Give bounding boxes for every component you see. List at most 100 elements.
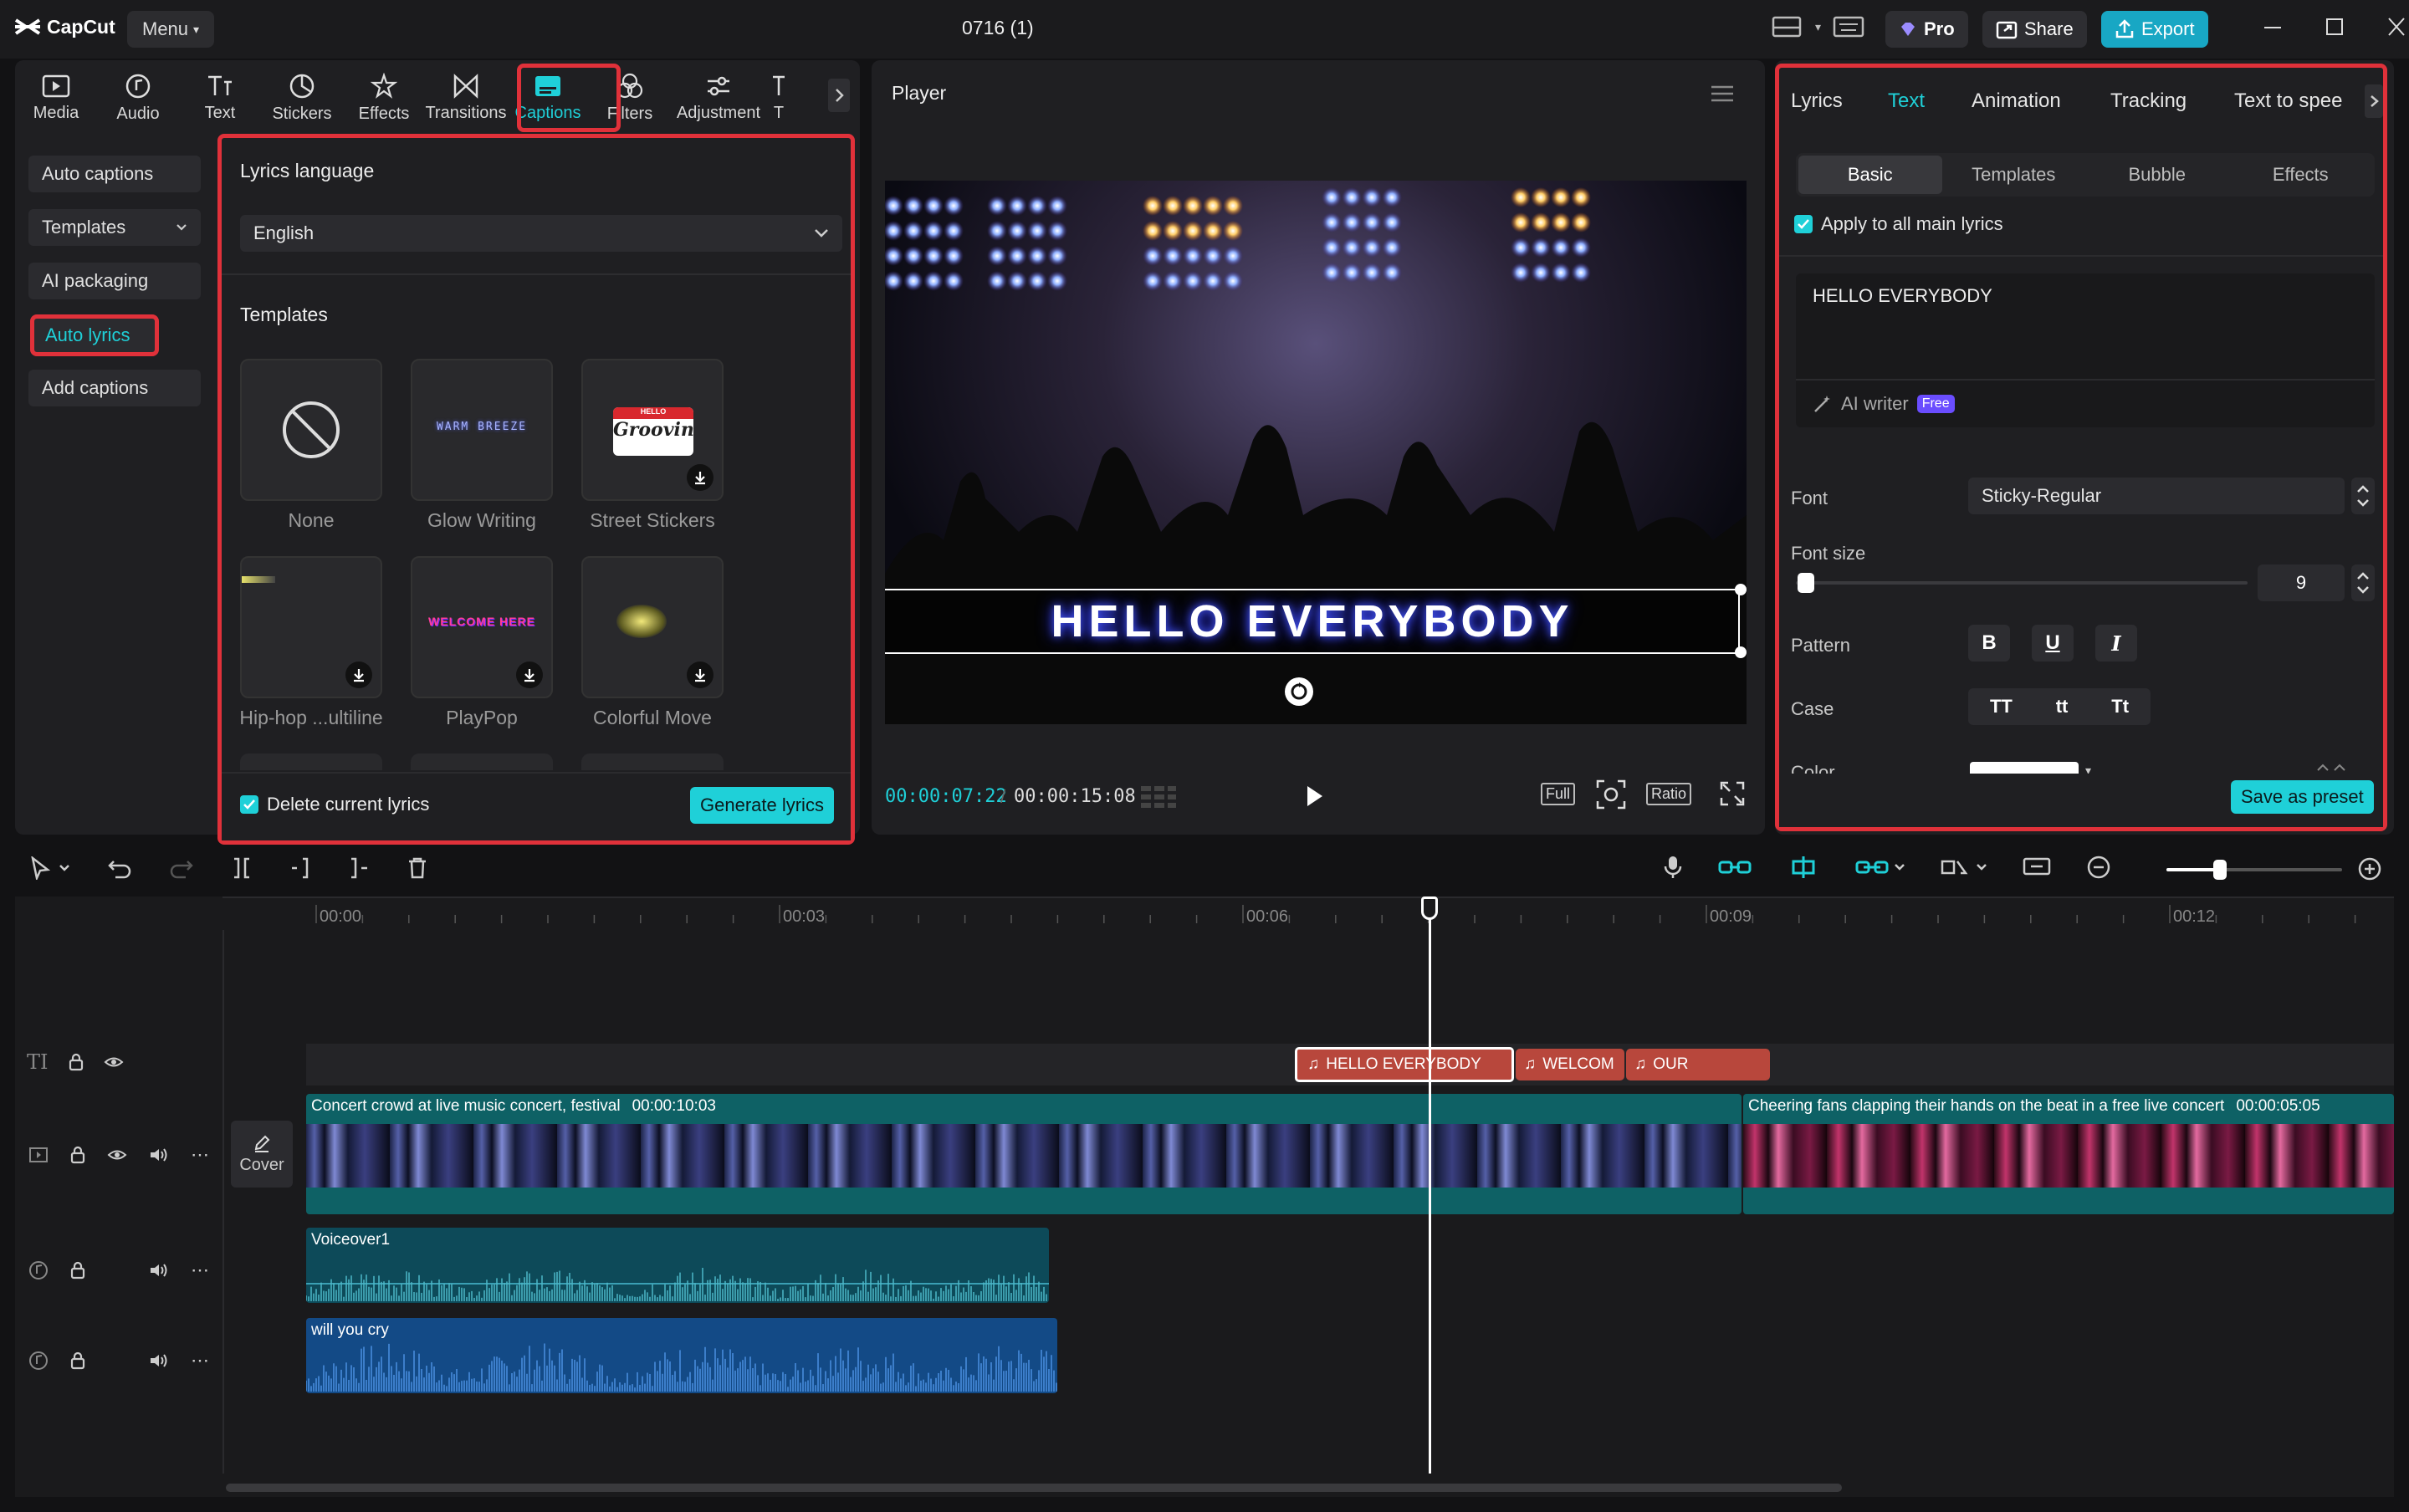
apply-all-checkbox[interactable]: Apply to all main lyrics (1794, 213, 2003, 235)
eye-icon[interactable] (107, 1147, 127, 1162)
delete-lyrics-checkbox[interactable]: Delete current lyrics (240, 794, 429, 815)
menu-button[interactable]: Menu ▾ (127, 11, 215, 48)
delete-icon[interactable] (407, 856, 428, 880)
sidebar-item-ai-packaging[interactable]: AI packaging (28, 263, 201, 299)
underline-button[interactable]: U (2032, 625, 2074, 662)
lock-icon[interactable] (70, 1261, 85, 1280)
redo-icon[interactable] (169, 856, 194, 880)
font-size-slider-thumb[interactable] (1798, 573, 1814, 593)
hamburger-icon[interactable] (1710, 84, 1735, 104)
speaker-icon[interactable] (149, 1262, 169, 1279)
lowercase-button[interactable]: tt (2056, 696, 2069, 718)
download-icon[interactable] (687, 662, 713, 688)
template-none[interactable] (240, 359, 382, 501)
main-track-magnet-icon[interactable] (1718, 856, 1752, 879)
playhead[interactable] (1429, 896, 1431, 1474)
more-icon[interactable]: ⋯ (191, 1144, 209, 1166)
tool-transitions[interactable]: Transitions (425, 64, 507, 131)
tab-tracking[interactable]: Tracking (2110, 84, 2234, 118)
export-button[interactable]: Export (2101, 11, 2208, 48)
lock-icon[interactable] (69, 1053, 84, 1071)
playhead-handle[interactable] (1421, 896, 1438, 920)
maximize-icon[interactable] (2325, 17, 2344, 37)
resize-handle[interactable] (1735, 584, 1747, 595)
split-icon[interactable] (231, 856, 253, 880)
sidebar-item-templates[interactable]: Templates (28, 209, 201, 246)
sidebar-item-add-captions[interactable]: Add captions (28, 370, 201, 406)
more-icon[interactable]: ⋯ (191, 1259, 209, 1281)
tab-text[interactable]: Text (1888, 84, 1972, 118)
font-size-slider[interactable] (1796, 581, 2248, 585)
share-button[interactable]: Share (1982, 11, 2087, 48)
speaker-icon[interactable] (149, 1352, 169, 1369)
layout-icon[interactable] (1772, 15, 1803, 38)
uppercase-button[interactable]: TT (1990, 696, 2013, 718)
tool-audio[interactable]: Audio (97, 64, 179, 131)
more-icon[interactable]: ⋯ (191, 1350, 209, 1372)
lyric-clip[interactable]: ♫ OUR (1626, 1049, 1770, 1080)
resize-handle[interactable] (1735, 646, 1747, 658)
cover-button[interactable]: Cover (231, 1121, 293, 1188)
speaker-icon[interactable] (149, 1147, 169, 1163)
eye-icon[interactable] (104, 1055, 124, 1070)
tool-effects[interactable]: Effects (343, 64, 425, 131)
template-glow-writing[interactable]: WARM BREEZE (411, 359, 553, 501)
select-tool[interactable] (30, 856, 70, 880)
subtab-effects[interactable]: Effects (2229, 156, 2373, 194)
zoom-in-icon[interactable] (2357, 856, 2382, 881)
generate-lyrics-button[interactable]: Generate lyrics (690, 787, 834, 824)
video-clip[interactable]: Concert crowd at live music concert, fes… (306, 1094, 1742, 1214)
download-icon[interactable] (516, 662, 543, 688)
toolbar-scroll-right[interactable] (828, 79, 850, 112)
fit-icon[interactable] (1596, 779, 1626, 810)
split-right-icon[interactable] (348, 856, 370, 880)
template-street-stickers[interactable]: HELLO Grooving (581, 359, 724, 501)
minimize-icon[interactable] (2263, 17, 2282, 37)
template-colorful-move[interactable] (581, 556, 724, 698)
auto-snap-icon[interactable] (1787, 855, 1820, 880)
chevron-down-icon[interactable]: ▾ (1815, 20, 1821, 34)
tab-animation[interactable]: Animation (1972, 84, 2110, 118)
lock-icon[interactable] (70, 1146, 85, 1164)
preview-axis-icon[interactable] (1941, 855, 1987, 880)
pro-button[interactable]: Pro (1885, 11, 1968, 48)
lyric-clip[interactable]: ♫ HELLO EVERYBODY (1295, 1047, 1514, 1082)
italic-button[interactable]: I (2095, 625, 2137, 662)
zoom-to-fit-icon[interactable] (2023, 855, 2051, 880)
template-playpop[interactable]: WELCOME HERE (411, 556, 553, 698)
keyboard-icon[interactable] (1833, 15, 1864, 38)
tab-text-to-spee[interactable]: Text to spee (2234, 84, 2371, 118)
full-quality-button[interactable]: Full (1541, 783, 1576, 805)
split-left-icon[interactable] (289, 856, 311, 880)
bold-button[interactable]: B (1968, 625, 2010, 662)
subtab-bubble[interactable]: Bubble (2085, 156, 2229, 194)
font-select[interactable]: Sticky-Regular (1968, 478, 2345, 514)
linkage-icon[interactable] (1855, 856, 1905, 879)
timecode-grid-icon[interactable] (1139, 783, 1178, 810)
chevron-down-icon[interactable]: ▾ (2085, 764, 2091, 774)
fullscreen-icon[interactable] (1720, 781, 1745, 806)
font-size-stepper-icon[interactable] (2351, 564, 2375, 601)
tabs-scroll-right[interactable] (2365, 84, 2383, 118)
ratio-button[interactable]: Ratio (1646, 783, 1692, 805)
tool-t[interactable]: T (766, 64, 791, 131)
text-content-area[interactable]: HELLO EVERYBODY (1796, 273, 2375, 379)
subtab-templates[interactable]: Templates (1942, 156, 2086, 194)
template-hiphop-multiline[interactable] (240, 556, 382, 698)
video-clip[interactable]: Cheering fans clapping their hands on th… (1743, 1094, 2394, 1214)
undo-icon[interactable] (107, 856, 132, 880)
lyric-clip[interactable]: ♫ WELCOM (1516, 1049, 1624, 1080)
timeline-scrollbar[interactable] (226, 1484, 1842, 1492)
lock-icon[interactable] (70, 1351, 85, 1370)
tool-stickers[interactable]: Stickers (261, 64, 343, 131)
rotate-icon[interactable] (1285, 677, 1313, 706)
tool-adjustment[interactable]: Adjustment (671, 64, 766, 131)
font-size-input[interactable]: 9 (2258, 564, 2345, 601)
tab-lyrics[interactable]: Lyrics (1791, 84, 1888, 118)
subtab-basic[interactable]: Basic (1798, 156, 1942, 194)
zoom-slider-thumb[interactable] (2213, 860, 2227, 880)
ai-writer[interactable]: AI writer Free (1796, 379, 2375, 427)
tool-text[interactable]: Text (179, 64, 261, 131)
download-icon[interactable] (687, 464, 713, 491)
titlecase-button[interactable]: Tt (2111, 696, 2129, 718)
